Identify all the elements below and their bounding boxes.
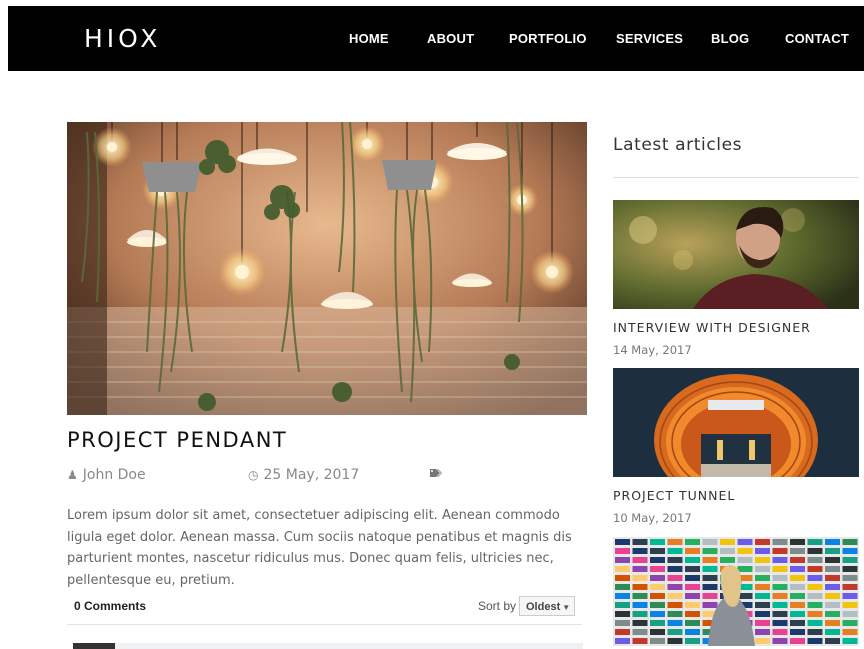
article-title-designer[interactable]: INTERVIEW WITH DESIGNER xyxy=(613,320,811,335)
article-title-tunnel[interactable]: PROJECT TUNNEL xyxy=(613,488,735,503)
post-date-text: 25 May, 2017 xyxy=(263,467,360,483)
sidebar-title: Latest articles xyxy=(613,135,743,155)
caret-down-icon: ▼ xyxy=(562,603,571,612)
tags-icon xyxy=(430,468,444,482)
article-thumb-designer[interactable] xyxy=(613,200,859,309)
sidebar-divider xyxy=(613,177,859,178)
sort-select-value: Oldest xyxy=(526,601,561,613)
post-hero-image[interactable] xyxy=(67,122,587,415)
article-date-designer: 14 May, 2017 xyxy=(613,343,692,357)
sort-label: Sort by xyxy=(478,599,517,613)
nav-blog[interactable]: BLOG xyxy=(711,31,749,46)
post-author-name: John Doe xyxy=(82,467,146,483)
article-thumb-tunnel[interactable] xyxy=(613,368,859,477)
post-author[interactable]: ♟ John Doe xyxy=(67,467,146,483)
sort-select[interactable]: Oldest ▼ xyxy=(519,596,575,616)
nav-services[interactable]: SERVICES xyxy=(616,31,683,46)
comment-avatar xyxy=(73,643,115,649)
site-logo[interactable]: HIOX xyxy=(84,24,161,53)
article-thumb-colors[interactable] xyxy=(613,537,859,646)
user-icon: ♟ xyxy=(67,468,78,482)
post-tags[interactable] xyxy=(430,467,449,483)
nav-portfolio[interactable]: PORTFOLIO xyxy=(509,31,587,46)
nav-about[interactable]: ABOUT xyxy=(427,31,474,46)
post-date: ◷ 25 May, 2017 xyxy=(248,467,359,483)
post-title[interactable]: PROJECT PENDANT xyxy=(67,428,287,452)
comments-count: 0 Comments xyxy=(74,599,147,613)
article-date-tunnel: 10 May, 2017 xyxy=(613,511,692,525)
comment-input-area[interactable] xyxy=(73,643,583,649)
comments-header: 0 Comments Sort by Oldest ▼ xyxy=(67,590,582,625)
clock-icon: ◷ xyxy=(248,468,259,482)
nav-contact[interactable]: CONTACT xyxy=(785,31,849,46)
nav-home[interactable]: HOME xyxy=(349,31,389,46)
top-navbar: HIOX HOME ABOUT PORTFOLIO SERVICES BLOG … xyxy=(8,6,864,71)
post-excerpt: Lorem ipsum dolor sit amet, consectetuer… xyxy=(67,508,572,588)
